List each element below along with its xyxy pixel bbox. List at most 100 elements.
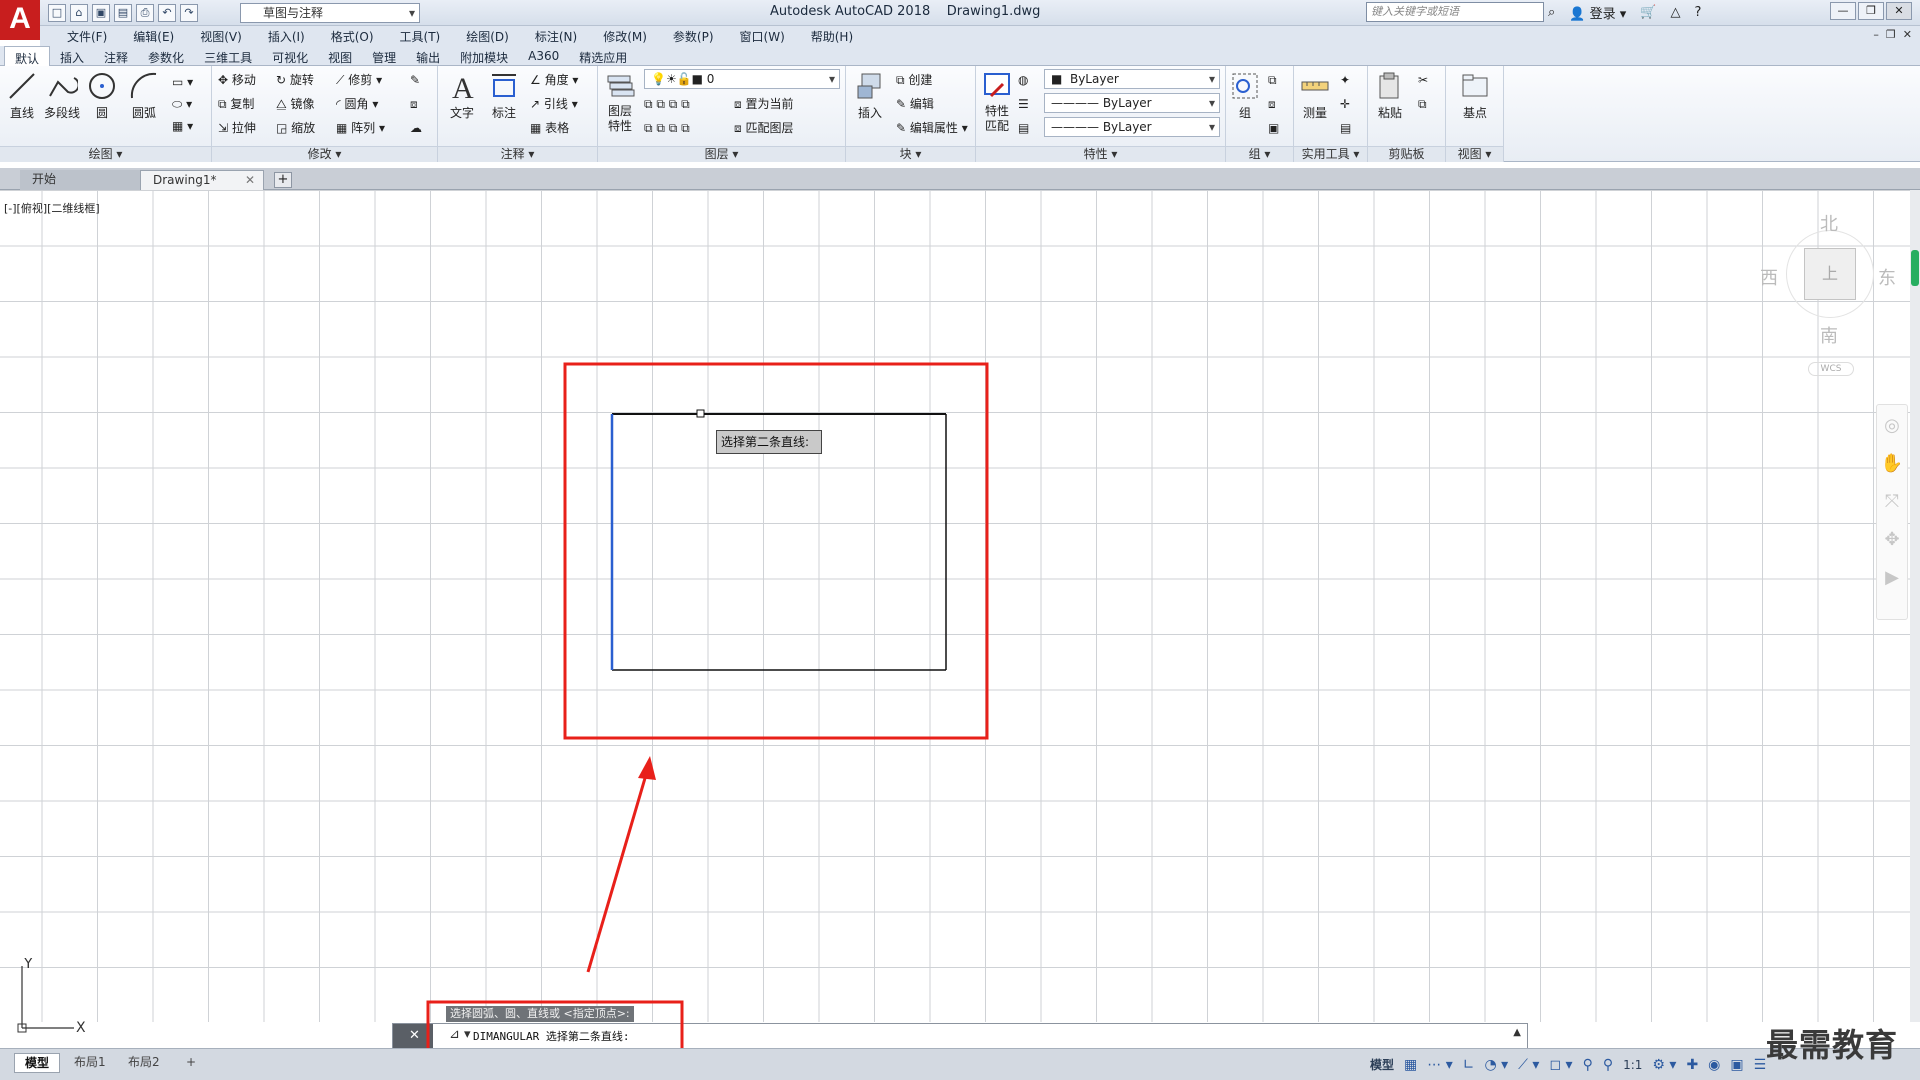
fullscreen-icon[interactable]: ▣ [1730, 1057, 1743, 1073]
ungroup-icon[interactable]: ⧉ [1268, 70, 1277, 90]
group-select-icon[interactable]: ▣ [1268, 118, 1279, 138]
annotation-scale[interactable]: 1:1 [1623, 1058, 1642, 1072]
cart-icon[interactable]: 🛒 [1640, 5, 1656, 20]
layer-select[interactable]: 💡☀🔓■ 0 [644, 69, 840, 89]
doc-minimize-icon[interactable]: – [1873, 28, 1879, 41]
autocad-logo-icon[interactable]: A [0, 0, 40, 40]
scrollbar-thumb[interactable] [1911, 250, 1919, 286]
ribbon-tab-2[interactable]: 注释 [94, 46, 138, 66]
offset-icon[interactable]: ⧈ [410, 94, 418, 114]
viewcube[interactable]: 北 西 东 南 上 WCS [1760, 210, 1900, 380]
menu-item-11[interactable]: 帮助(H) [798, 26, 866, 46]
viewcube-top-face[interactable]: 上 [1804, 248, 1856, 300]
mirror-button[interactable]: ⧋ 镜像 [276, 94, 315, 114]
workspace-select[interactable]: 草图与注释 [240, 3, 420, 23]
trim-button[interactable]: ⟋ 修剪 ▾ [336, 70, 382, 90]
snap-icon[interactable]: ⋯ ▾ [1427, 1057, 1452, 1073]
layout-tab-2[interactable]: 布局2 [118, 1053, 170, 1073]
ribbon-tab-6[interactable]: 视图 [318, 46, 362, 66]
panel-title-modify[interactable]: 修改 ▾ [212, 146, 437, 162]
redo-icon[interactable]: ↷ [180, 4, 198, 22]
object-snap-tracking-icon[interactable]: ⟋ ▾ [1518, 1057, 1539, 1073]
doc-restore-icon[interactable]: ❐ [1886, 28, 1896, 41]
ellipse-icon[interactable]: ⬭ ▾ [172, 94, 192, 114]
viewcube-east[interactable]: 东 [1878, 264, 1896, 290]
measure-button[interactable]: 测量 [1296, 70, 1334, 121]
annotation-monitor-icon[interactable]: ✚ [1686, 1057, 1698, 1073]
fillet-button[interactable]: ◜ 圆角 ▾ [336, 94, 378, 114]
binoculars-icon[interactable]: ⌕ [1548, 5, 1555, 20]
customize-icon[interactable]: ☰ [1754, 1057, 1767, 1073]
table-button[interactable]: ▦ 表格 [530, 118, 569, 138]
viewcube-west[interactable]: 西 [1760, 264, 1778, 290]
isolate-objects-icon[interactable]: ◉ [1708, 1057, 1720, 1073]
close-icon[interactable]: ✕ [1886, 2, 1912, 20]
menu-item-10[interactable]: 窗口(W) [727, 26, 798, 46]
menu-item-3[interactable]: 插入(I) [255, 26, 318, 46]
menu-item-1[interactable]: 编辑(E) [120, 26, 187, 46]
panel-title-groups[interactable]: 组 ▾ [1226, 146, 1293, 162]
new-tab-icon[interactable]: + [274, 172, 292, 188]
edit-attributes-button[interactable]: ✎ 编辑属性 ▾ [896, 118, 968, 138]
layer-properties-button[interactable]: 图层 特性 [600, 70, 640, 134]
object-snap-icon[interactable]: ◻ ▾ [1549, 1057, 1572, 1073]
ribbon-tab-4[interactable]: 三维工具 [194, 46, 262, 66]
insert-block-button[interactable]: 插入 [850, 70, 890, 121]
annotation-visibility-icon[interactable]: ⚲ [1583, 1057, 1593, 1073]
orbit-icon[interactable]: ✥ [1880, 529, 1904, 553]
calculator-icon[interactable]: ▤ [1340, 118, 1351, 138]
menu-item-6[interactable]: 绘图(D) [453, 26, 522, 46]
viewcube-north[interactable]: 北 [1820, 210, 1838, 236]
panel-title-block[interactable]: 块 ▾ [846, 146, 975, 162]
menu-item-8[interactable]: 修改(M) [590, 26, 660, 46]
zoom-extents-icon[interactable]: ⤧ [1880, 491, 1904, 515]
polar-icon[interactable]: ◔ ▾ [1484, 1057, 1508, 1073]
transparency-icon[interactable]: ▤ [1018, 118, 1029, 138]
menu-item-0[interactable]: 文件(F) [54, 26, 120, 46]
match-layer-button[interactable]: ⧈ 匹配图层 [734, 118, 793, 138]
quick-select-icon[interactable]: ✦ [1340, 70, 1350, 90]
layout-tab-1[interactable]: 布局1 [64, 1053, 116, 1073]
arc-button[interactable]: 圆弧 [126, 70, 162, 121]
circle-button[interactable]: 圆 [84, 70, 120, 121]
login-button[interactable]: 👤 登录 ▾ [1569, 3, 1626, 22]
panel-title-clipboard[interactable]: 剪贴板 [1368, 146, 1445, 162]
panel-title-layers[interactable]: 图层 ▾ [598, 146, 845, 162]
ribbon-tab-1[interactable]: 插入 [50, 46, 94, 66]
model-space-button[interactable]: 模型 [1370, 1056, 1394, 1073]
create-block-button[interactable]: ⧉ 创建 [896, 70, 932, 90]
angle-button[interactable]: ∠ 角度 ▾ [530, 70, 578, 90]
point-icon[interactable]: ✛ [1340, 94, 1350, 114]
search-input[interactable]: 键入关键字或短语 [1366, 2, 1544, 22]
hatch-icon[interactable]: ▦ ▾ [172, 116, 193, 136]
ribbon-tab-11[interactable]: 精选应用 [569, 46, 637, 66]
command-dropdown-icon[interactable]: ⊿ ▾ [449, 1027, 471, 1042]
tab-start[interactable]: 开始 [20, 170, 140, 190]
tab-drawing1[interactable]: Drawing1* ✕ [140, 170, 264, 190]
menu-item-7[interactable]: 标注(N) [522, 26, 590, 46]
group-edit-icon[interactable]: ⧈ [1268, 94, 1276, 114]
group-button[interactable]: 组 [1228, 70, 1262, 121]
menu-item-9[interactable]: 参数(P) [660, 26, 727, 46]
copy-clip-icon[interactable]: ⧉ [1418, 94, 1427, 114]
menu-item-4[interactable]: 格式(O) [318, 26, 387, 46]
move-button[interactable]: ✥ 移动 [218, 70, 256, 90]
command-history-toggle-icon[interactable]: ▲ [1513, 1027, 1521, 1038]
ribbon-tab-9[interactable]: 附加模块 [450, 46, 518, 66]
lineweight-select[interactable]: ———— ByLayer [1044, 117, 1220, 137]
rotate-button[interactable]: ↻ 旋转 [276, 70, 314, 90]
rectangle-icon[interactable]: ▭ ▾ [172, 72, 193, 92]
close-tab-icon[interactable]: ✕ [245, 171, 255, 190]
command-line[interactable]: ✕ ✎ ⊿ ▾ DIMANGULAR 选择第二条直线: ▲ [392, 1023, 1528, 1067]
make-current-button[interactable]: ⧈ 置为当前 [734, 94, 793, 114]
grid-icon[interactable]: ▦ [1404, 1057, 1417, 1073]
open-file-icon[interactable]: ⌂ [70, 4, 88, 22]
menu-item-2[interactable]: 视图(V) [187, 26, 255, 46]
maximize-icon[interactable]: ❐ [1858, 2, 1884, 20]
cut-icon[interactable]: ✂ [1418, 70, 1428, 90]
edit-block-button[interactable]: ✎ 编辑 [896, 94, 934, 114]
ribbon-tab-5[interactable]: 可视化 [262, 46, 318, 66]
menu-item-5[interactable]: 工具(T) [387, 26, 454, 46]
auto-scale-icon[interactable]: ⚲ [1603, 1057, 1613, 1073]
add-layout-icon[interactable]: + [176, 1053, 206, 1073]
